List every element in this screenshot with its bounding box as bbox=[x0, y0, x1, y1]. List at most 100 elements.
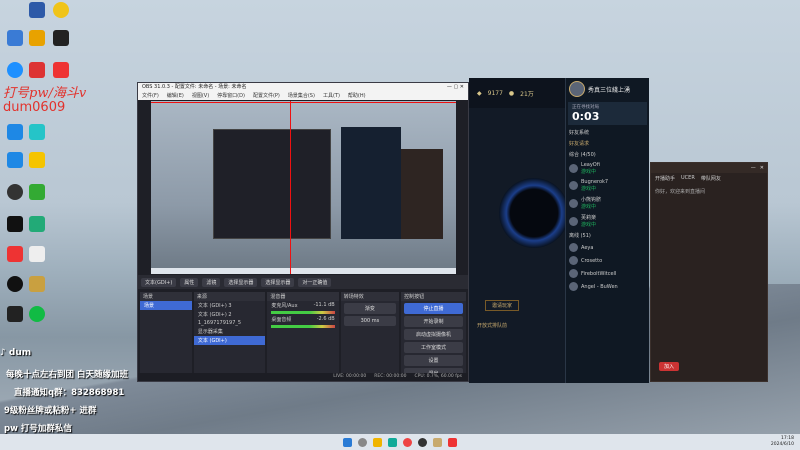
desktop-icon[interactable] bbox=[50, 62, 72, 79]
settings-button[interactable]: 设置 bbox=[404, 355, 463, 366]
duration-field[interactable]: 300 ms bbox=[343, 316, 397, 326]
join-button[interactable]: 加入 bbox=[659, 362, 680, 371]
minimize-icon[interactable]: — bbox=[751, 163, 756, 173]
lol-client-window[interactable]: ◆ 9177 ● 21万 开放式排队前 邀请玩家 秀真三位綫上湧 正在寻找对局 0:… bbox=[469, 78, 649, 383]
desktop-icon[interactable] bbox=[4, 124, 26, 141]
window-controls[interactable]: — ▢ ✕ bbox=[447, 83, 464, 92]
menu-scene-collection[interactable]: 场景集合(S) bbox=[288, 92, 315, 100]
friend-group[interactable]: 离线 (51) bbox=[566, 230, 649, 241]
desktop-icon[interactable] bbox=[26, 152, 48, 169]
tab[interactable]: UCER bbox=[681, 175, 695, 182]
menu-tools[interactable]: 工具(T) bbox=[323, 92, 340, 100]
live-timer: LIVE: 00:00:00 bbox=[333, 374, 367, 379]
avatar bbox=[569, 164, 578, 173]
friend-row[interactable]: FireboltWitcell bbox=[566, 267, 649, 280]
desktop-icon[interactable] bbox=[4, 216, 26, 233]
desktop-icon[interactable] bbox=[26, 2, 48, 19]
friend-row[interactable]: 小熊钩脐 游戏中 bbox=[566, 194, 649, 212]
assistant-titlebar[interactable]: — ✕ bbox=[651, 163, 767, 173]
tab[interactable]: 带队网友 bbox=[701, 175, 721, 182]
friend-row[interactable]: 芙莉楽 游戏中 bbox=[566, 212, 649, 230]
friend-state: 游戏中 bbox=[581, 169, 597, 175]
obs-titlebar[interactable]: OBS 31.0.3 - 配置文件: 未命名 - 场景: 未命名 — ▢ ✕ bbox=[138, 83, 468, 92]
friend-row[interactable]: Bugnerok7 游戏中 bbox=[566, 177, 649, 194]
stop-streaming-button[interactable]: 停止直播 bbox=[404, 303, 463, 314]
source-item[interactable]: 文本 (GDI+) 3 bbox=[194, 301, 265, 310]
desktop-icon[interactable] bbox=[4, 30, 26, 47]
desktop-icon[interactable] bbox=[4, 152, 26, 169]
rec-timer: REC: 00:00:00 bbox=[374, 374, 407, 379]
assistant-window[interactable]: — ✕ 开播助手 UCER 带队网友 你好，欢迎来到直播间 加入 bbox=[650, 162, 768, 382]
menu-help[interactable]: 帮助(H) bbox=[348, 92, 366, 100]
taskbar: 17:18 2024/6/10 bbox=[0, 434, 800, 450]
avatar bbox=[569, 181, 578, 190]
desktop-icon[interactable] bbox=[50, 2, 72, 19]
source-item[interactable]: 1_1697179197_5 bbox=[194, 319, 265, 327]
filters-button[interactable]: 滤镜 bbox=[202, 277, 221, 287]
friend-requests[interactable]: 好友请求 bbox=[566, 138, 649, 149]
desktop-icon[interactable] bbox=[4, 306, 26, 323]
douyin-icon: ♪ bbox=[0, 348, 6, 358]
virtual-camera-button[interactable]: 启动虚拟摄像机 bbox=[404, 329, 463, 340]
friend-name: 芙莉楽 bbox=[581, 215, 597, 221]
desktop-icon[interactable] bbox=[4, 62, 26, 79]
queue-status-box: 正在寻找对局 0:03 bbox=[568, 102, 647, 125]
chrome-icon[interactable] bbox=[403, 437, 412, 447]
friend-row[interactable]: Angel - BuWen bbox=[566, 280, 649, 293]
invite-button[interactable]: 邀请玩家 bbox=[485, 300, 520, 311]
menu-profile[interactable]: 配置文件(P) bbox=[253, 92, 280, 100]
source-item[interactable]: 文本 (GDI+) bbox=[193, 336, 266, 345]
display-select[interactable]: 选择显示器 bbox=[224, 277, 258, 287]
obs-window[interactable]: OBS 31.0.3 - 配置文件: 未命名 - 场景: 未命名 — ▢ ✕ 文… bbox=[137, 82, 469, 382]
edge-icon[interactable] bbox=[388, 437, 397, 447]
avatar bbox=[569, 269, 578, 278]
scene-item[interactable]: 场景 bbox=[140, 301, 192, 310]
mixer-channel: 桌面音频 -2.6 dB bbox=[267, 315, 338, 324]
obs-icon[interactable] bbox=[418, 437, 427, 447]
properties-button[interactable]: 属性 bbox=[180, 277, 199, 287]
friend-row[interactable]: LeayOfi 游戏中 bbox=[566, 160, 649, 177]
profile-card[interactable]: 秀真三位綫上湧 bbox=[566, 78, 649, 100]
app-icon[interactable] bbox=[448, 437, 457, 447]
lol-icon[interactable] bbox=[433, 437, 442, 447]
desktop-icon[interactable] bbox=[4, 246, 26, 263]
desktop-icon[interactable] bbox=[26, 276, 48, 293]
volume-meter[interactable] bbox=[271, 325, 335, 328]
volume-meter[interactable] bbox=[271, 311, 335, 314]
menu-edit[interactable]: 编辑(E) bbox=[167, 92, 184, 100]
scenes-title: 场景 bbox=[140, 292, 192, 301]
desktop-icon[interactable] bbox=[26, 216, 48, 233]
friend-row[interactable]: Crosetto bbox=[566, 254, 649, 267]
close-icon[interactable]: ✕ bbox=[760, 163, 764, 173]
desktop-icon[interactable] bbox=[26, 124, 48, 141]
desktop-icon[interactable] bbox=[26, 30, 48, 47]
source-item[interactable]: 文本 (GDI+) 2 bbox=[194, 310, 265, 319]
taskbar-clock[interactable]: 17:18 2024/6/10 bbox=[771, 436, 794, 448]
tab[interactable]: 开播助手 bbox=[655, 175, 675, 182]
explorer-icon[interactable] bbox=[373, 437, 382, 447]
desktop-icon[interactable] bbox=[50, 30, 72, 47]
obs-preview[interactable] bbox=[151, 101, 456, 274]
source-item[interactable]: 显示器采集 bbox=[194, 327, 265, 336]
menu-file[interactable]: 文件(F) bbox=[142, 92, 159, 100]
transition-select[interactable]: 渐变 bbox=[343, 303, 397, 314]
extra-button[interactable]: 对一正确值 bbox=[298, 277, 332, 287]
search-icon[interactable] bbox=[358, 437, 367, 447]
friend-group[interactable]: 综合 (4/50) bbox=[566, 149, 649, 160]
display-select-2[interactable]: 选择显示器 bbox=[261, 277, 295, 287]
start-recording-button[interactable]: 开始录制 bbox=[404, 316, 463, 327]
start-icon[interactable] bbox=[343, 437, 352, 447]
desktop-icon[interactable] bbox=[26, 246, 48, 263]
mixer-channel-name: 桌面音频 bbox=[271, 317, 292, 323]
desktop-icon[interactable] bbox=[26, 306, 48, 323]
friend-name: 小熊钩脐 bbox=[581, 197, 602, 203]
desktop-icon[interactable] bbox=[4, 276, 26, 293]
red-guide-horizontal bbox=[151, 102, 456, 103]
desktop-icon[interactable] bbox=[4, 184, 26, 201]
menu-docks[interactable]: 停靠窗口(D) bbox=[217, 92, 245, 100]
friend-row[interactable]: Aeya bbox=[566, 241, 649, 254]
studio-mode-button[interactable]: 工作室模式 bbox=[404, 342, 463, 353]
menu-view[interactable]: 视图(V) bbox=[192, 92, 209, 100]
desktop-icon[interactable] bbox=[26, 62, 48, 79]
desktop-icon[interactable] bbox=[26, 184, 48, 201]
